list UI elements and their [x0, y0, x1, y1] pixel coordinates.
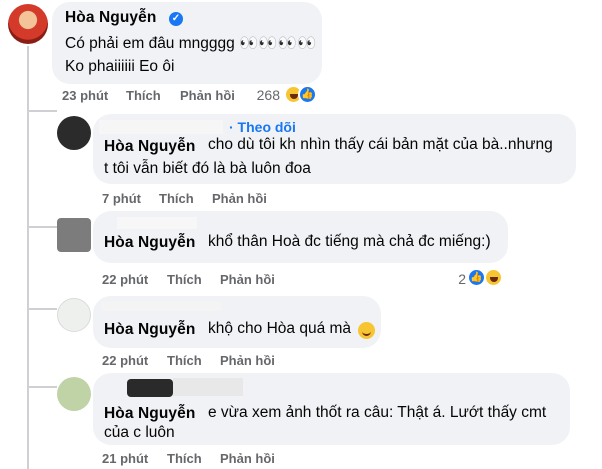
- avatar[interactable]: [8, 4, 48, 44]
- reply-button[interactable]: Phản hồi: [180, 88, 235, 103]
- comment-time[interactable]: 23 phút: [62, 88, 108, 103]
- comment-author[interactable]: Hòa Nguyễn: [104, 321, 195, 339]
- avatar[interactable]: [57, 218, 91, 252]
- comment-bubble: Hòa Nguyễn ✓ Có phải em đâu mngggg 👀👀👀👀 …: [52, 2, 322, 84]
- comment-text-line: khộ cho Hòa quá mà: [208, 320, 352, 337]
- avatar[interactable]: [57, 377, 91, 411]
- comment-text-line: Ko phaiiiiii Eo ôi: [65, 58, 175, 75]
- like-button[interactable]: Thích: [126, 88, 161, 103]
- comment-actions: 22 phút Thích Phản hồi: [102, 272, 292, 288]
- comment-bubble: Hòa Nguyễn e vừa xem ảnh thốt ra câu: Th…: [93, 373, 570, 445]
- comment-actions: 7 phút Thích Phản hồi: [102, 191, 282, 207]
- smile-emoji-icon: [358, 322, 375, 339]
- comment-bubble: Hòa Nguyễn khổ thân Hoà đc tiếng mà chả …: [93, 211, 508, 263]
- haha-reaction-icon: [484, 268, 503, 287]
- thread-line: [27, 226, 57, 228]
- comment-author[interactable]: Hòa Nguyễn: [104, 234, 195, 252]
- like-button[interactable]: Thích: [167, 451, 202, 466]
- comment-actions: 21 phút Thích Phản hồi: [102, 451, 292, 467]
- comment-text-line: e vừa xem ảnh thốt ra câu: Thật á. Lướt …: [208, 404, 547, 421]
- comment-text-line: cho dù tôi kh nhìn thấy cái bản mặt của …: [208, 136, 553, 153]
- comment-author[interactable]: Hòa Nguyễn: [104, 138, 195, 156]
- comment-time[interactable]: 7 phút: [102, 191, 141, 206]
- like-button[interactable]: Thích: [167, 272, 202, 287]
- comment-bubble: · Theo dõi Hòa Nguyễn cho dù tôi kh nhìn…: [93, 114, 576, 184]
- reply-button[interactable]: Phản hồi: [220, 353, 275, 368]
- comment-time[interactable]: 21 phút: [102, 451, 148, 466]
- comment-bubble: Hòa Nguyễn khộ cho Hòa quá mà: [93, 296, 381, 348]
- comment-text-line: khổ thân Hoà đc tiếng mà chả đc miếng:): [208, 233, 491, 250]
- like-button[interactable]: Thích: [167, 353, 202, 368]
- redacted-name: [101, 301, 221, 311]
- thread-line: [27, 308, 57, 310]
- comment-actions: 22 phút Thích Phản hồi: [102, 353, 292, 369]
- redacted-name: [99, 120, 223, 134]
- like-reaction-icon: 👍: [298, 85, 317, 104]
- comment-time[interactable]: 22 phút: [102, 353, 148, 368]
- thread-line: [27, 110, 57, 112]
- reaction-count[interactable]: 2: [440, 271, 466, 287]
- redacted-name: [117, 217, 197, 229]
- comment-actions: 23 phút Thích Phản hồi: [62, 88, 252, 104]
- reply-button[interactable]: Phản hồi: [220, 272, 275, 287]
- redacted-name: [127, 379, 173, 397]
- verified-badge-icon: ✓: [169, 12, 183, 26]
- reaction-count[interactable]: 268: [250, 87, 280, 103]
- comment-text-line: t tôi vẫn biết đó là bà luôn đoa: [104, 160, 311, 177]
- redacted-name: [173, 378, 243, 396]
- comment-time[interactable]: 22 phút: [102, 272, 148, 287]
- like-button[interactable]: Thích: [159, 191, 194, 206]
- avatar[interactable]: [57, 298, 91, 332]
- avatar[interactable]: [57, 116, 91, 150]
- reply-button[interactable]: Phản hồi: [220, 451, 275, 466]
- thread-line: [27, 386, 57, 388]
- reply-button[interactable]: Phản hồi: [212, 191, 267, 206]
- comment-author[interactable]: Hòa Nguyễn: [65, 9, 156, 27]
- comment-text-line: của c luôn: [104, 424, 175, 441]
